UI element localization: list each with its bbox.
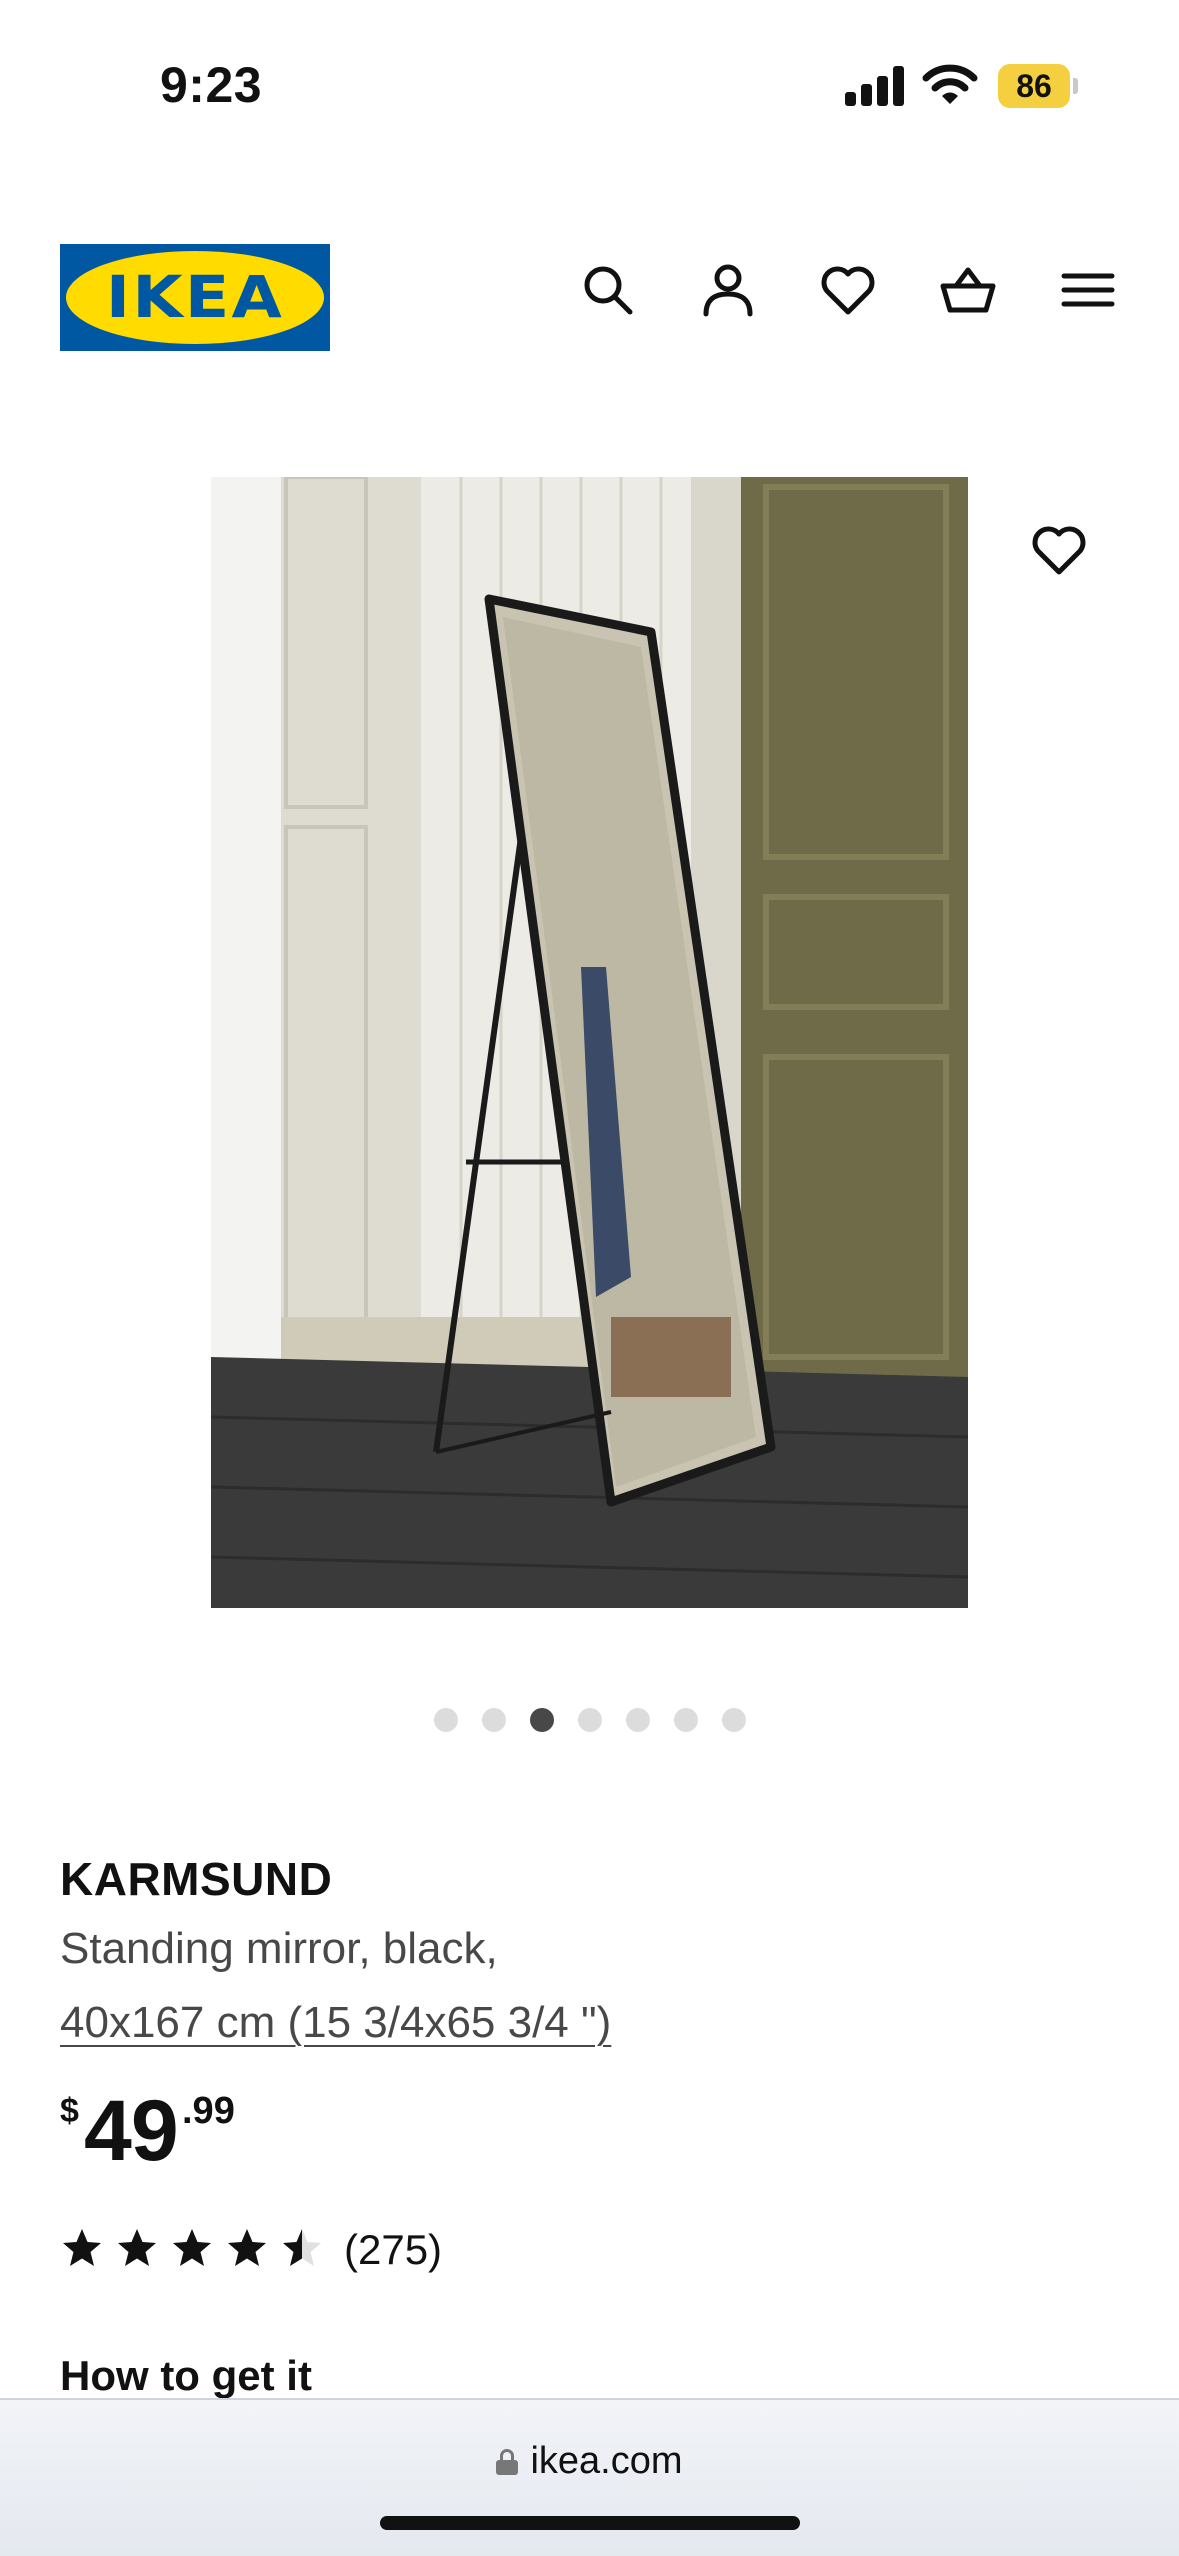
lock-icon (496, 2449, 519, 2475)
pagination-dot[interactable] (577, 1708, 602, 1732)
gallery-pagination (0, 1708, 1179, 1734)
price-currency: $ (60, 2092, 79, 2130)
site-header: IKEA (0, 230, 1179, 360)
browser-address-bar[interactable]: ikea.com (0, 2398, 1179, 2556)
price-decimal: .99 (182, 2090, 235, 2132)
heart-icon[interactable] (818, 260, 878, 320)
pagination-dot[interactable] (529, 1708, 554, 1732)
star-icon (170, 2226, 214, 2270)
logo-text: IKEA (105, 263, 285, 331)
product-description: Standing mirror, black, (60, 1924, 498, 1973)
product-size-link[interactable]: 40x167 cm (15 3/4x65 3/4 ") (60, 1998, 611, 2048)
url-text[interactable]: ikea.com (530, 2440, 682, 2482)
pagination-dot[interactable] (721, 1708, 746, 1732)
price-integer: 49 (84, 2083, 179, 2179)
status-time: 9:23 (160, 57, 263, 113)
search-icon[interactable] (578, 260, 638, 320)
pagination-dot[interactable] (673, 1708, 698, 1732)
account-icon[interactable] (698, 260, 758, 320)
wifi-icon (922, 62, 978, 106)
pagination-dot[interactable] (433, 1708, 458, 1732)
battery-icon: 86 (998, 64, 1078, 108)
review-count[interactable]: (275) (344, 2226, 442, 2274)
how-to-get-it-heading[interactable]: How to get it (60, 2352, 312, 2400)
product-image[interactable] (211, 477, 968, 1608)
product-name: KARMSUND (60, 1853, 333, 1905)
product-gallery[interactable] (0, 470, 1179, 1620)
pagination-dot[interactable] (625, 1708, 650, 1732)
home-indicator (380, 2516, 800, 2530)
ikea-logo[interactable]: IKEA (60, 244, 330, 351)
cart-icon[interactable] (938, 260, 998, 320)
star-icon (225, 2226, 269, 2270)
menu-icon[interactable] (1058, 260, 1118, 320)
battery-level: 86 (1016, 68, 1052, 104)
pagination-dot[interactable] (481, 1708, 506, 1732)
star-icon (60, 2226, 104, 2270)
star-icon (115, 2226, 159, 2270)
star-icon (280, 2226, 324, 2270)
add-to-favorites-icon[interactable] (1029, 520, 1089, 580)
status-bar: 9:23 86 (0, 0, 1179, 150)
signal-icon (845, 66, 905, 106)
